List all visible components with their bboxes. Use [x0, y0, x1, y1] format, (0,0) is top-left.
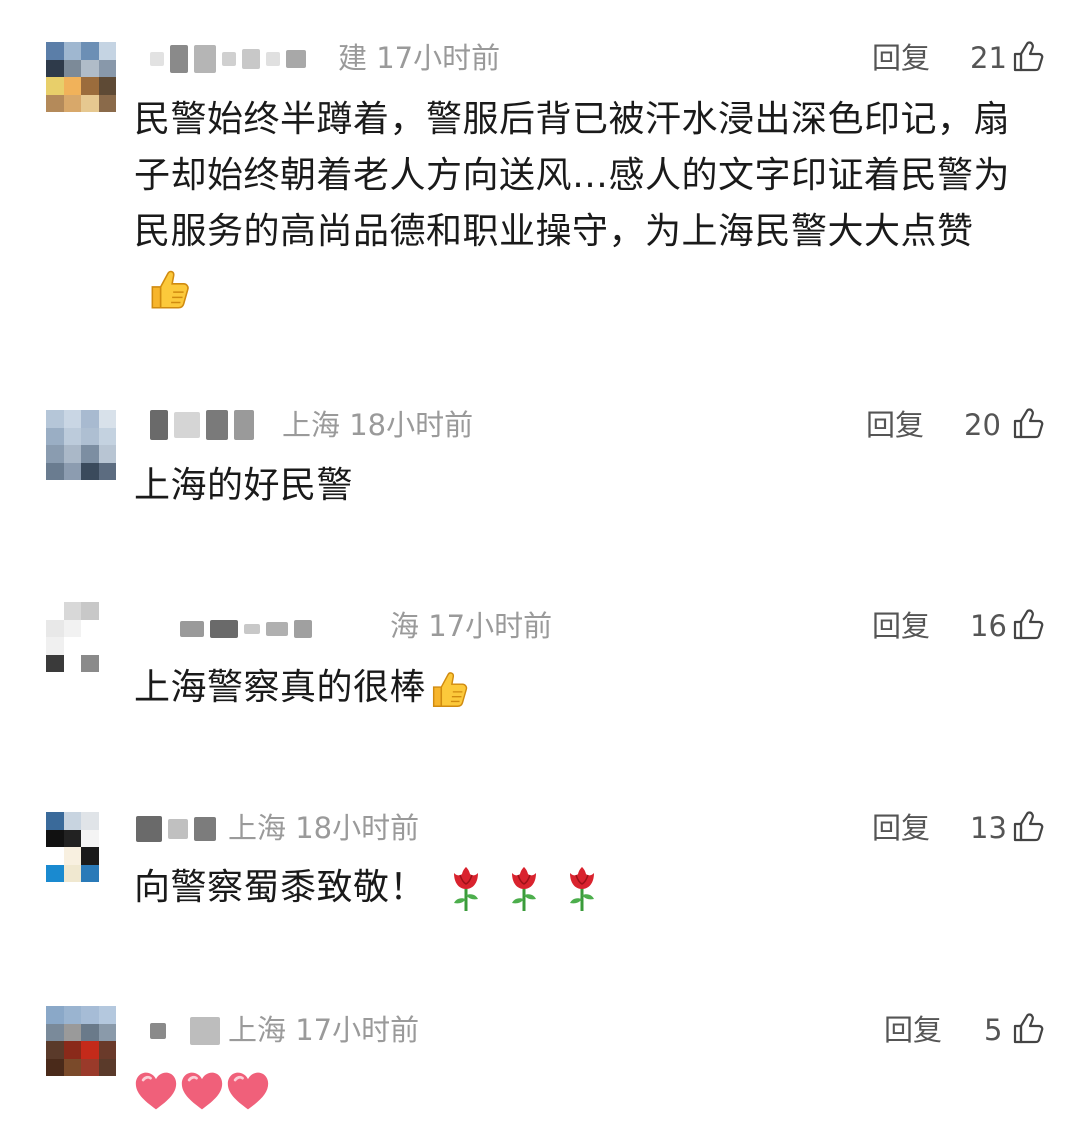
thumbs-up-emoji	[144, 264, 194, 314]
reply-button[interactable]: 回复	[872, 810, 930, 846]
like-count: 13	[970, 811, 1007, 845]
reply-button[interactable]: 回复	[872, 608, 930, 644]
comment-text-content: 民警始终半蹲着，警服后背已被汗水浸出深色印记，扇子却始终朝着老人方向送风…感人的…	[134, 99, 1011, 252]
like-count: 20	[964, 408, 1001, 442]
avatar[interactable]	[46, 812, 116, 882]
rose-emoji	[562, 865, 602, 913]
comment-text-content: 上海的好民警	[134, 465, 354, 506]
like-icon[interactable]	[1012, 39, 1046, 73]
heart-emoji	[226, 1069, 270, 1113]
location-time: 海 17小时前	[390, 609, 553, 643]
avatar[interactable]	[46, 42, 116, 112]
avatar[interactable]	[46, 602, 116, 672]
username-blurred[interactable]	[180, 614, 312, 644]
like-count: 16	[970, 609, 1007, 643]
like-count: 5	[984, 1013, 1003, 1047]
username-blurred[interactable]	[150, 1016, 220, 1046]
comment-text-content: 上海警察真的很棒	[134, 667, 427, 708]
comment-text: 上海警察真的很棒	[134, 660, 1044, 716]
rose-emoji	[504, 865, 544, 913]
location-time: 上海 18小时前	[282, 408, 474, 442]
reply-button[interactable]: 回复	[866, 407, 924, 443]
location-time: 上海 18小时前	[228, 811, 420, 845]
location-time: 建 17小时前	[338, 41, 501, 75]
location-time: 上海 17小时前	[228, 1013, 420, 1047]
reply-button[interactable]: 回复	[872, 40, 930, 76]
comment-text	[134, 1062, 1044, 1118]
comment-text: 民警始终半蹲着，警服后背已被汗水浸出深色印记，扇子却始终朝着老人方向送风…感人的…	[134, 92, 1044, 316]
heart-emoji	[180, 1069, 224, 1113]
like-count: 21	[970, 41, 1007, 75]
comment-text: 向警察蜀黍致敬！	[134, 860, 1044, 916]
username-blurred[interactable]	[136, 814, 216, 844]
reply-button[interactable]: 回复	[884, 1012, 942, 1048]
comment-text-content: 向警察蜀黍致敬！	[134, 867, 427, 908]
rose-emoji	[446, 865, 486, 913]
like-icon[interactable]	[1012, 607, 1046, 641]
avatar[interactable]	[46, 410, 116, 480]
like-icon[interactable]	[1012, 1011, 1046, 1045]
avatar[interactable]	[46, 1006, 116, 1076]
like-icon[interactable]	[1012, 809, 1046, 843]
username-blurred[interactable]	[150, 410, 254, 440]
comment-text: 上海的好民警	[134, 458, 1044, 514]
thumbs-up-emoji	[426, 666, 472, 712]
username-blurred[interactable]	[150, 44, 306, 74]
like-icon[interactable]	[1012, 406, 1046, 440]
heart-emoji	[134, 1069, 178, 1113]
